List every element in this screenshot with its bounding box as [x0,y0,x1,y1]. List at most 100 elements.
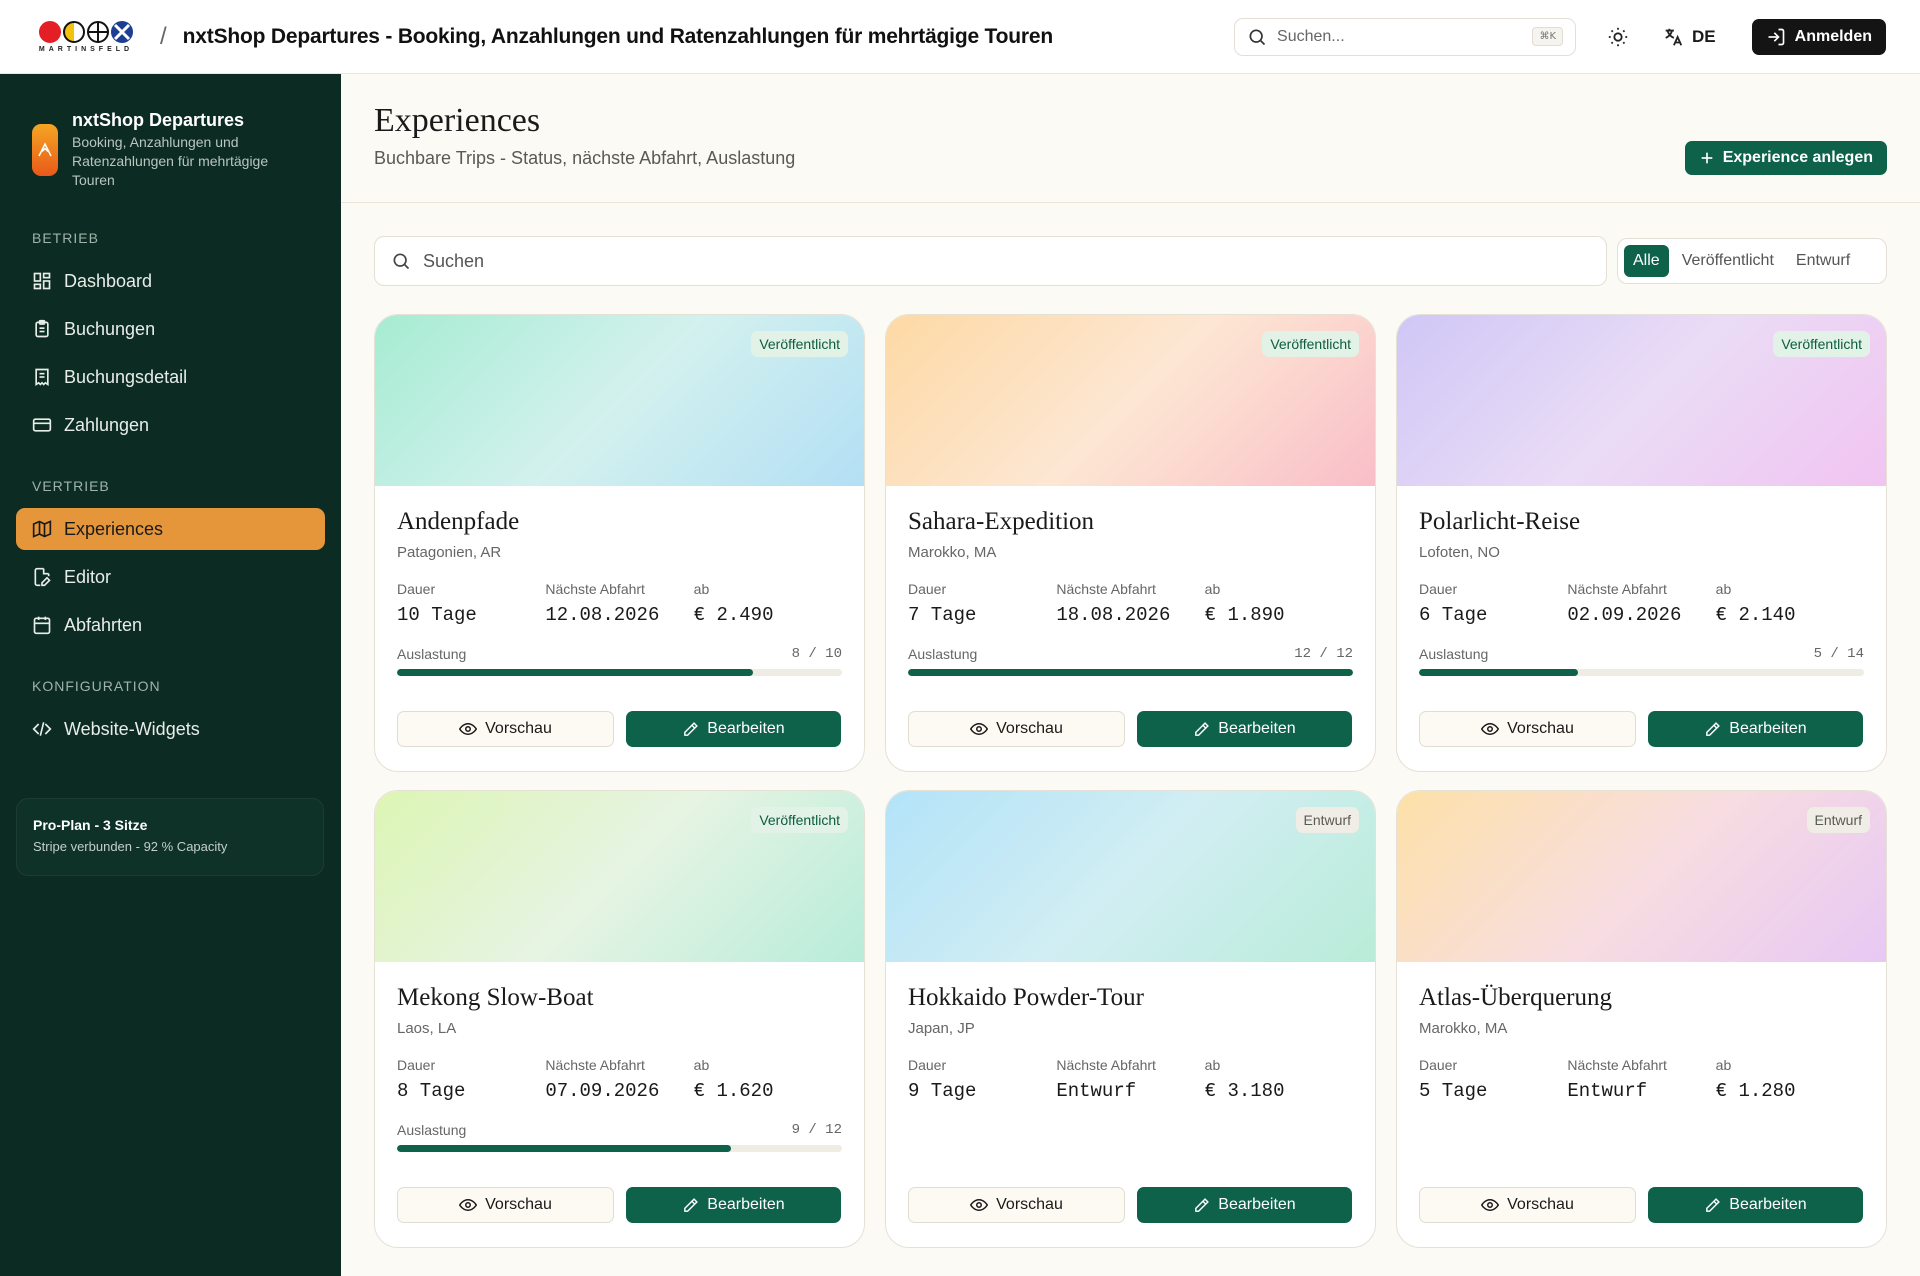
dashboard-icon [33,272,51,290]
search-shortcut-badge: ⌘K [1532,27,1564,46]
experience-card[interactable]: Veröffentlicht Polarlicht-Reise Lofoten,… [1396,314,1887,772]
status-badge: Veröffentlicht [1773,331,1870,357]
utilization-bar-fill [908,669,1353,676]
experience-location: Laos, LA [397,1020,457,1037]
preview-button[interactable]: Vorschau [397,1187,614,1223]
language-label: DE [1692,26,1716,46]
next-departure-value: 07.09.2026 [545,1080,660,1102]
pencil-icon [1706,1197,1721,1212]
duration-value: 6 Tage [1419,604,1488,626]
page-title: Experiences [374,102,541,139]
utilization-label: Auslastung [908,646,978,662]
price-label: ab [1715,581,1732,597]
sidebar-item-experiences[interactable]: Experiences [16,508,325,550]
next-departure-label: Nächste Abfahrt [1056,1057,1156,1073]
sidebar-item-website-widgets[interactable]: Website-Widgets [16,708,325,750]
price-label: ab [1715,1057,1732,1073]
theme-toggle-button[interactable] [1598,17,1638,57]
sidebar-item-label: Editor [64,566,112,587]
sidebar-item-buchungen[interactable]: Buchungen [16,308,325,350]
next-departure-value: 12.08.2026 [545,604,660,626]
experience-location: Patagonien, AR [397,544,502,561]
page-header: Experiences Buchbare Trips - Status, näc… [341,74,1920,203]
experience-card[interactable]: Veröffentlicht Sahara-Expedition Marokko… [885,314,1376,772]
sidebar-item-buchungsdetail[interactable]: Buchungsdetail [16,356,325,398]
language-switcher[interactable]: DE [1662,26,1716,48]
preview-button[interactable]: Vorschau [1419,1187,1636,1223]
price-label: ab [1204,581,1221,597]
pencil-icon [684,1197,699,1212]
nav-section-betrieb: BETRIEB [32,230,99,246]
experience-cover-image: Veröffentlicht [1397,315,1886,486]
eye-icon [970,722,989,736]
edit-label: Bearbeiten [1729,720,1807,737]
utilization-bar-fill [397,1145,731,1152]
experience-card[interactable]: Entwurf Atlas-Überquerung Marokko, MA Da… [1396,790,1887,1248]
global-search-input[interactable]: Suchen... ⌘K [1234,17,1577,56]
translate-icon [1665,28,1683,46]
duration-label: Dauer [908,1057,947,1073]
price-value: € 2.490 [693,604,774,626]
experience-search-input[interactable]: Suchen [374,236,1607,286]
sidebar-item-editor[interactable]: Editor [16,556,325,598]
breadcrumb-separator: / [160,22,167,50]
preview-button[interactable]: Vorschau [908,711,1125,747]
sidebar-item-abfahrten[interactable]: Abfahrten [16,604,325,646]
martinsfeld-logo[interactable]: MARTINSFELD [34,20,138,53]
preview-label: Vorschau [485,720,552,737]
experience-title: Polarlicht-Reise [1419,508,1581,535]
filter-entwurf[interactable]: Entwurf [1787,245,1859,277]
brand-subtitle: Booking, Anzahlungen und Ratenzahlungen … [72,134,269,188]
plan-title: Pro-Plan - 3 Sitze [33,817,148,833]
code-icon [32,722,52,736]
create-experience-button[interactable]: Experience anlegen [1684,141,1887,175]
preview-button[interactable]: Vorschau [1419,711,1636,747]
sidebar-item-label: Buchungen [64,318,156,339]
utilization-count: 9 / 12 [791,1122,842,1138]
edit-label: Bearbeiten [1729,1196,1807,1213]
price-value: € 2.140 [1715,604,1796,626]
experience-location: Marokko, MA [1419,1020,1508,1037]
eye-icon [1481,722,1500,736]
filter-alle[interactable]: Alle [1624,245,1669,277]
utilization-bar-fill [397,669,753,676]
plus-icon [1701,152,1713,164]
app-title: nxtShop Departures - Booking, Anzahlunge… [182,24,1053,48]
search-icon [1249,29,1266,45]
global-search-placeholder: Suchen... [1277,27,1345,45]
edit-button[interactable]: Bearbeiten [1137,1187,1352,1223]
edit-button[interactable]: Bearbeiten [626,711,841,747]
eye-icon [1481,1198,1500,1212]
sidebar-item-label: Abfahrten [64,614,143,635]
status-filter-group: Alle Veröffentlicht Entwurf [1617,238,1887,284]
edit-button[interactable]: Bearbeiten [1137,711,1352,747]
experience-cover-image: Veröffentlicht [886,315,1375,486]
duration-value: 7 Tage [908,604,977,626]
price-label: ab [1204,1057,1221,1073]
nav-section-vertrieb: VERTRIEB [32,478,110,494]
login-button[interactable]: Anmelden [1751,18,1886,55]
filter-veroeffentlicht[interactable]: Veröffentlicht [1673,245,1783,277]
edit-button[interactable]: Bearbeiten [626,1187,841,1223]
sidebar-brand[interactable]: nxtShop Departures Booking, Anzahlungen … [0,74,341,190]
preview-button[interactable]: Vorschau [397,711,614,747]
utilization-label: Auslastung [397,646,467,662]
next-departure-value: Entwurf [1567,1080,1648,1102]
sidebar-item-dashboard[interactable]: Dashboard [16,260,325,302]
preview-button[interactable]: Vorschau [908,1187,1125,1223]
sidebar: nxtShop Departures Booking, Anzahlungen … [0,74,341,1276]
next-departure-label: Nächste Abfahrt [545,1057,645,1073]
edit-button[interactable]: Bearbeiten [1648,711,1863,747]
sidebar-item-zahlungen[interactable]: Zahlungen [16,404,325,446]
experience-card[interactable]: Veröffentlicht Mekong Slow-Boat Laos, LA… [374,790,865,1248]
experience-title: Mekong Slow-Boat [397,984,594,1011]
experience-card[interactable]: Veröffentlicht Andenpfade Patagonien, AR… [374,314,865,772]
experience-card[interactable]: Entwurf Hokkaido Powder-Tour Japan, JP D… [885,790,1376,1248]
experience-search-placeholder: Suchen [423,250,485,271]
brand-icon [32,124,58,176]
edit-button[interactable]: Bearbeiten [1648,1187,1863,1223]
file-edit-icon [34,567,51,587]
map-icon [32,520,52,538]
top-bar: MARTINSFELD / nxtShop Departures - Booki… [0,0,1920,74]
receipt-icon [35,368,49,387]
